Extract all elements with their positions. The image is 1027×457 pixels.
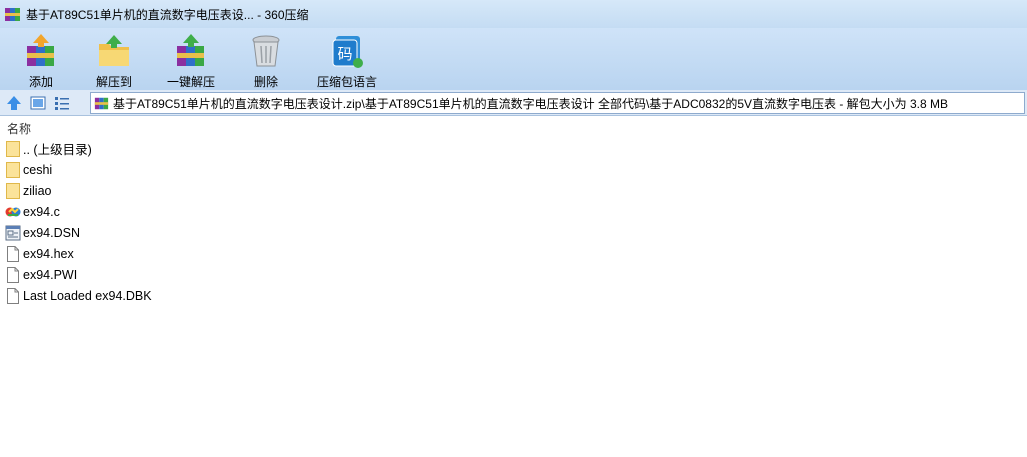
list-item[interactable]: .. (上级目录) [0,138,1027,159]
archive-language-button[interactable]: 码 压缩包语言 [304,28,390,90]
one-click-extract-button[interactable]: 一键解压 [154,28,228,90]
c-source-file-icon [5,203,21,221]
extract-to-label: 解压到 [95,75,132,89]
generic-file-icon [5,245,21,263]
language-code-icon: 码 [332,36,363,68]
one-click-extract-icon [177,34,204,66]
archive-language-label: 压缩包语言 [316,75,377,89]
up-level-button[interactable] [4,93,24,113]
svg-text:码: 码 [337,45,352,63]
winrar-archive-icon [94,97,109,109]
add-archive-icon [27,34,54,66]
file-name: ex94.c [23,204,60,219]
path-field[interactable]: 基于AT89C51单片机的直流数字电压表设计.zip\基于AT89C51单片机的… [90,92,1025,114]
list-item[interactable]: ex94.PWI [0,264,1027,285]
file-name: ex94.DSN [23,225,80,240]
file-name: .. (上级目录) [23,143,92,157]
list-item[interactable]: ex94.c [0,201,1027,222]
delete-button[interactable]: 删除 [228,28,304,90]
arrow-up-icon [7,95,21,110]
path-text: 基于AT89C51单片机的直流数字电压表设计.zip\基于AT89C51单片机的… [113,96,949,111]
generic-file-icon [5,266,21,284]
thumbnail-view-button[interactable] [28,93,48,113]
one-click-extract-label: 一键解压 [166,75,215,89]
thumbnail-view-icon [30,96,46,109]
delete-label: 删除 [253,75,278,89]
generic-file-icon [5,287,21,305]
file-name: ceshi [23,162,53,177]
dsn-file-icon [5,224,21,242]
extract-to-icon [99,35,129,66]
toolbar: 添加 解压到 一键解压 删除 码 压缩包语言 [0,28,1027,90]
column-header-name[interactable]: 名称 [0,118,1027,138]
list-item[interactable]: ceshi [0,159,1027,180]
extract-to-button[interactable]: 解压到 [74,28,154,90]
list-view-button[interactable] [52,93,72,113]
file-name: ziliao [23,183,52,198]
folder-icon [5,182,21,200]
title-bar: 基于AT89C51单片机的直流数字电压表设... - 360压缩 [0,0,1027,28]
file-name: ex94.hex [23,246,74,261]
file-name: Last Loaded ex94.DBK [23,288,152,303]
window-title: 基于AT89C51单片机的直流数字电压表设... - 360压缩 [26,7,309,22]
winrar-books-icon [5,7,20,21]
add-button[interactable]: 添加 [8,28,74,90]
file-name: ex94.PWI [23,267,78,282]
list-view-icon [55,96,69,110]
list-item[interactable]: ex94.hex [0,243,1027,264]
add-label: 添加 [28,75,53,89]
address-bar: 基于AT89C51单片机的直流数字电压表设计.zip\基于AT89C51单片机的… [0,90,1027,116]
trash-icon [252,35,280,67]
list-item[interactable]: ziliao [0,180,1027,201]
folder-icon [5,161,21,179]
folder-icon [5,140,21,158]
file-list: 名称 .. (上级目录) ceshi ziliao ex94.c ex94.DS… [0,118,1027,457]
list-item[interactable]: ex94.DSN [0,222,1027,243]
list-item[interactable]: Last Loaded ex94.DBK [0,285,1027,306]
